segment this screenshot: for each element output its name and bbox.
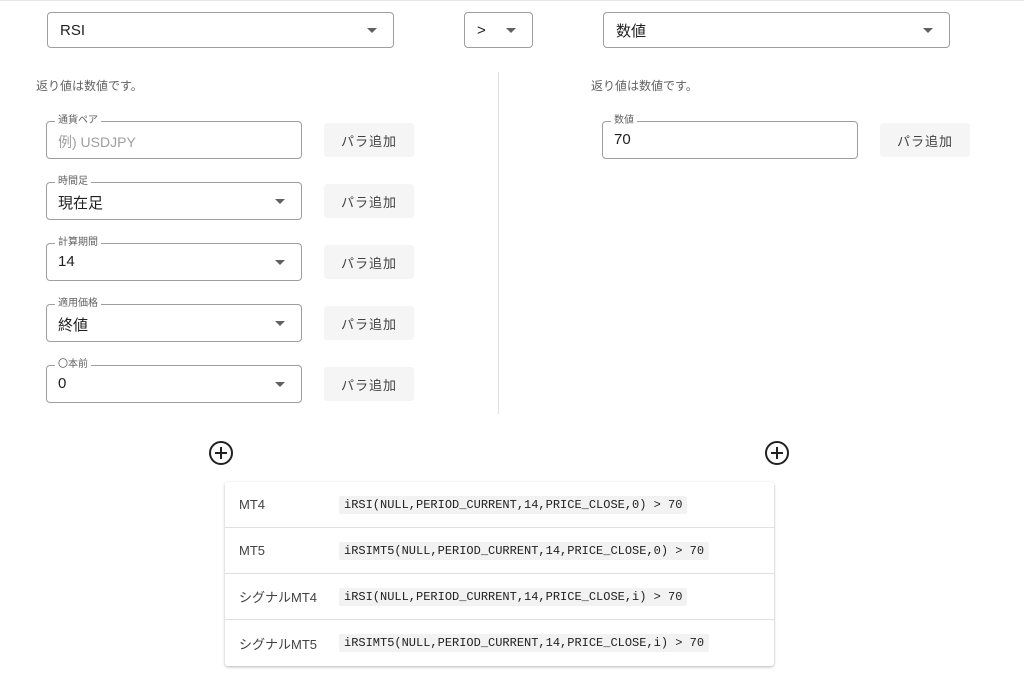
bars-ago-select[interactable]: 〇本前 0 <box>46 359 302 403</box>
platform-label: MT4 <box>239 497 265 512</box>
add-param-button-bars-ago[interactable]: パラ追加 <box>324 367 414 401</box>
operator-select[interactable]: > <box>464 12 533 48</box>
period-value: 14 <box>58 253 75 270</box>
right-type-select[interactable]: 数値 <box>603 12 950 48</box>
add-circle-icon[interactable] <box>765 441 789 465</box>
table-row: MT5 iRSIMT5(NULL,PERIOD_CURRENT,14,PRICE… <box>225 528 774 574</box>
code-snippet: iRSI(NULL,PERIOD_CURRENT,14,PRICE_CLOSE,… <box>339 587 688 606</box>
currency-pair-field[interactable]: 通貨ペア 例) USDJPY <box>46 115 302 159</box>
generated-code-table: MT4 iRSI(NULL,PERIOD_CURRENT,14,PRICE_CL… <box>225 482 774 666</box>
chevron-down-icon <box>275 321 285 326</box>
chevron-down-icon <box>367 28 377 33</box>
platform-label: シグナルMT5 <box>239 636 318 652</box>
timeframe-value: 現在足 <box>58 195 104 212</box>
chevron-down-icon <box>506 28 516 33</box>
timeframe-select[interactable]: 時間足 現在足 <box>46 176 302 220</box>
add-circle-icon[interactable] <box>209 441 233 465</box>
applied-price-label: 適用価格 <box>55 298 101 310</box>
table-row: シグナルMT5 iRSIMT5(NULL,PERIOD_CURRENT,14,P… <box>225 620 774 666</box>
code-snippet: iRSIMT5(NULL,PERIOD_CURRENT,14,PRICE_CLO… <box>339 541 710 560</box>
add-param-button-timeframe[interactable]: パラ追加 <box>324 184 414 218</box>
numeric-value-field[interactable]: 数値 70 <box>602 115 858 159</box>
bars-ago-label: 〇本前 <box>55 359 91 371</box>
numeric-value: 70 <box>614 131 631 148</box>
table-row: MT4 iRSI(NULL,PERIOD_CURRENT,14,PRICE_CL… <box>225 482 774 528</box>
column-divider <box>498 72 499 414</box>
currency-pair-placeholder: 例) USDJPY <box>58 134 136 150</box>
add-param-button-period[interactable]: パラ追加 <box>324 245 414 279</box>
numeric-value-label: 数値 <box>611 115 637 127</box>
code-snippet: iRSIMT5(NULL,PERIOD_CURRENT,14,PRICE_CLO… <box>339 634 710 652</box>
left-return-note: 返り値は数値です。 <box>36 79 143 93</box>
bars-ago-value: 0 <box>58 375 67 392</box>
operator-value: > <box>477 21 486 39</box>
right-return-note: 返り値は数値です。 <box>591 79 698 93</box>
add-param-button-applied-price[interactable]: パラ追加 <box>324 306 414 340</box>
chevron-down-icon <box>923 28 933 33</box>
left-indicator-value: RSI <box>60 21 86 39</box>
right-type-value: 数値 <box>616 22 647 40</box>
platform-label: シグナルMT4 <box>239 590 318 605</box>
applied-price-value: 終値 <box>58 317 89 334</box>
applied-price-select[interactable]: 適用価格 終値 <box>46 298 302 342</box>
period-select[interactable]: 計算期間 14 <box>46 237 302 281</box>
left-indicator-select[interactable]: RSI <box>47 12 394 48</box>
timeframe-label: 時間足 <box>55 176 91 188</box>
chevron-down-icon <box>275 260 285 265</box>
currency-pair-label: 通貨ペア <box>55 115 101 127</box>
add-param-button-currency-pair[interactable]: パラ追加 <box>324 123 414 157</box>
code-snippet: iRSI(NULL,PERIOD_CURRENT,14,PRICE_CLOSE,… <box>339 495 688 514</box>
chevron-down-icon <box>275 199 285 204</box>
add-param-button-numeric[interactable]: パラ追加 <box>880 123 970 157</box>
top-border <box>0 0 1024 1</box>
chevron-down-icon <box>275 382 285 387</box>
platform-label: MT5 <box>239 543 265 558</box>
table-row: シグナルMT4 iRSI(NULL,PERIOD_CURRENT,14,PRIC… <box>225 574 774 620</box>
period-label: 計算期間 <box>55 237 101 249</box>
